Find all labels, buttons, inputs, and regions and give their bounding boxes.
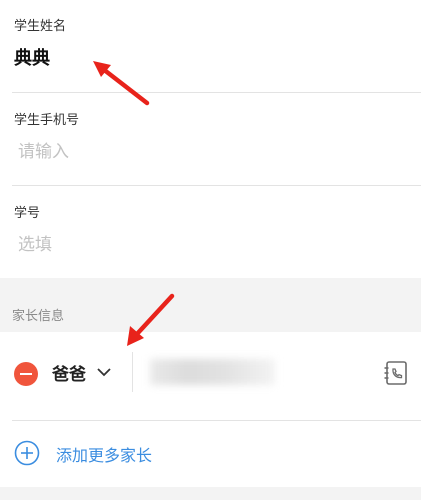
divider bbox=[12, 92, 421, 93]
remove-parent-button[interactable] bbox=[14, 362, 38, 386]
student-name-field[interactable]: 典典 bbox=[14, 44, 50, 70]
divider bbox=[12, 185, 421, 186]
student-phone-label: 学生手机号 bbox=[14, 113, 80, 128]
student-id-label: 学号 bbox=[14, 206, 41, 221]
parent-relation-select[interactable]: 爸爸 bbox=[52, 360, 86, 385]
student-phone-input[interactable]: 请输入 bbox=[18, 137, 69, 162]
parent-phone-input[interactable] bbox=[150, 359, 275, 385]
student-id-input[interactable]: 选填 bbox=[18, 230, 52, 255]
add-circle-icon[interactable] bbox=[14, 440, 40, 466]
parent-section-title: 家长信息 bbox=[12, 309, 65, 324]
add-more-parents-button[interactable]: 添加更多家长 bbox=[56, 442, 152, 466]
contacts-phone-icon[interactable] bbox=[383, 360, 409, 386]
divider bbox=[132, 352, 133, 392]
chevron-down-icon[interactable] bbox=[97, 367, 111, 377]
student-name-label: 学生姓名 bbox=[14, 19, 67, 34]
divider bbox=[12, 420, 421, 421]
